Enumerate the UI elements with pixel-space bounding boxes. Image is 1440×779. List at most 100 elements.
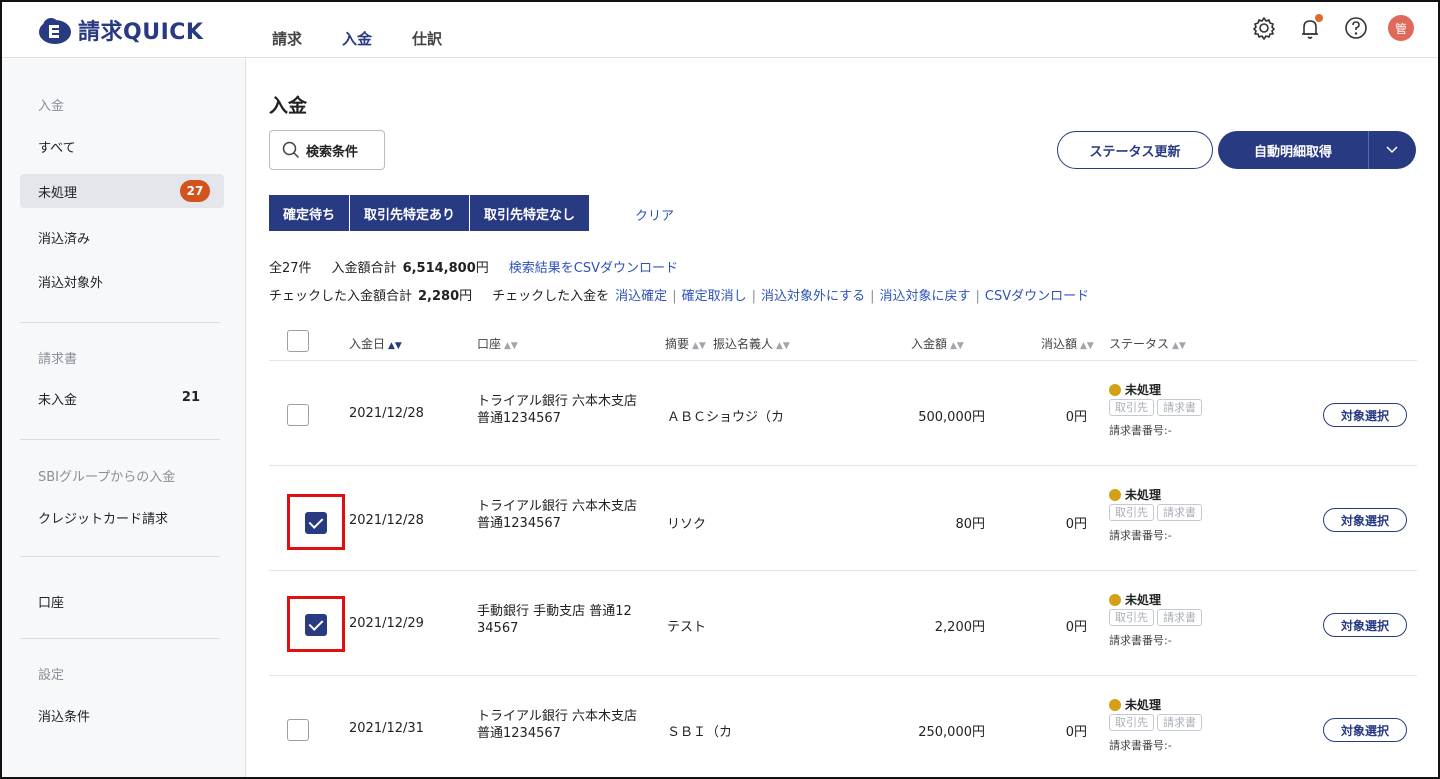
invoice-number: 請求書番号:- [1109, 424, 1172, 437]
main-content: 入金 検索条件 ステータス更新 自動明細取得 確定待ち 取引先特定あり 取引先特… [247, 59, 1438, 777]
row-checkbox[interactable] [287, 719, 309, 741]
row-account: トライアル銀行 六本木支店 普通1234567 [477, 708, 637, 742]
col-amount[interactable]: 入金額 ▲▼ [911, 335, 964, 352]
avatar[interactable]: 管 [1388, 15, 1414, 41]
action-confirm-clear[interactable]: 消込確定 [615, 285, 667, 304]
header-actions: 管 [1232, 14, 1414, 42]
sort-icon: ▲▼ [950, 341, 964, 351]
col-date[interactable]: 入金日 ▲▼ [349, 335, 402, 352]
row-account: トライアル銀行 六本木支店 普通1234567 [477, 498, 637, 532]
sidebar-group-invoice: 請求書 [38, 352, 78, 367]
auto-fetch-button[interactable]: 自動明細取得 [1218, 131, 1416, 169]
separator: | [975, 289, 980, 304]
unprocessed-count-badge: 27 [180, 180, 210, 202]
col-date-label: 入金日 [349, 337, 386, 351]
table-row[interactable]: 2021/12/28 トライアル銀行 六本木支店 普通1234567 ＡＢＣショ… [269, 361, 1417, 466]
action-include[interactable]: 消込対象に戻す [880, 285, 971, 304]
filter-partner-identified[interactable]: 取引先特定あり [350, 195, 471, 231]
row-status: 未処理 取引先 請求書 請求書番号:- [1109, 696, 1202, 753]
row-status: 未処理 取引先 請求書 請求書番号:- [1109, 486, 1202, 543]
row-account-line1: 手動銀行 手動支店 普通12 [477, 604, 632, 619]
sidebar-item-cleared[interactable]: 消込済み [20, 220, 224, 254]
summary-line: 全27件 入金額合計 6,514,800 円 検索結果をCSVダウンロード [269, 257, 678, 276]
table-row[interactable]: 2021/12/29 手動銀行 手動支店 普通12 34567 テスト 2,20… [269, 571, 1417, 676]
help-icon[interactable] [1342, 14, 1370, 42]
select-target-button[interactable]: 対象選択 [1323, 613, 1407, 637]
row-account-line2: 普通1234567 [477, 516, 561, 531]
sidebar-item-label: 未処理 [38, 185, 78, 201]
status-label: 未処理 [1125, 698, 1162, 712]
checked-summary-line: チェックした入金額合計 2,280 円 チェックした入金を 消込確定 | 確定取… [269, 285, 1089, 304]
row-status: 未処理 取引先 請求書 請求書番号:- [1109, 381, 1202, 438]
select-target-button[interactable]: 対象選択 [1323, 718, 1407, 742]
status-dot [1109, 383, 1121, 396]
row-checkbox[interactable] [305, 512, 327, 534]
logo[interactable]: 請求QUICK [38, 14, 203, 46]
invoice-number: 請求書番号:- [1109, 634, 1172, 647]
col-memo[interactable]: 摘要 ▲▼ [665, 335, 706, 352]
csv-result-download-link[interactable]: 検索結果をCSVダウンロード [509, 257, 678, 276]
sidebar-item-clearing-rules[interactable]: 消込条件 [20, 698, 224, 732]
sidebar-item-credit-card[interactable]: クレジットカード請求 [20, 500, 224, 534]
table-header: 入金日 ▲▼ 口座 ▲▼ 摘要 ▲▼ 振込名義人 ▲▼ 入金額 ▲▼ 消込額 ▲▼ ステータ… [269, 327, 1417, 361]
action-cancel-confirm[interactable]: 確定取消し [682, 285, 747, 304]
col-status[interactable]: ステータス ▲▼ [1109, 335, 1186, 352]
row-status: 未処理 取引先 請求書 請求書番号:- [1109, 591, 1202, 648]
sidebar-divider [20, 556, 220, 557]
separator: | [870, 289, 875, 304]
row-checkbox[interactable] [287, 404, 309, 426]
row-checkbox[interactable] [305, 614, 327, 636]
sidebar-item-all[interactable]: すべて [20, 129, 224, 163]
filter-partner-unidentified[interactable]: 取引先特定なし [470, 195, 590, 231]
table-row[interactable]: 2021/12/28 トライアル銀行 六本木支店 普通1234567 リソク 8… [269, 466, 1417, 571]
sidebar-item-account[interactable]: 口座 [20, 584, 224, 618]
nav-payment[interactable]: 入金 [342, 28, 372, 49]
cloud-logo-icon [39, 18, 71, 44]
col-payer[interactable]: 振込名義人 ▲▼ [713, 335, 790, 352]
nav-invoice[interactable]: 請求 [272, 28, 302, 49]
search-conditions-button[interactable]: 検索条件 [269, 130, 385, 170]
sidebar-item-label: 消込条件 [38, 709, 91, 725]
col-account-label: 口座 [477, 337, 502, 351]
nav-journal[interactable]: 仕訳 [412, 28, 442, 49]
row-cleared: 0円 [1065, 620, 1087, 635]
auto-fetch-label: 自動明細取得 [1253, 144, 1332, 160]
select-all-checkbox[interactable] [287, 330, 309, 352]
search-icon [282, 141, 300, 159]
table-row[interactable]: 2021/12/31 トライアル銀行 六本木支店 普通1234567 ＳＢＩ（カ… [269, 676, 1417, 777]
row-date: 2021/12/29 [349, 616, 424, 631]
notification-button[interactable] [1296, 14, 1324, 42]
sidebar-item-excluded[interactable]: 消込対象外 [20, 264, 224, 298]
action-exclude[interactable]: 消込対象外にする [761, 285, 865, 304]
status-label: 未処理 [1125, 488, 1162, 502]
col-account[interactable]: 口座 ▲▼ [477, 335, 518, 352]
sidebar-item-unprocessed[interactable]: 未処理 27 [20, 174, 224, 208]
logo-text: 請求QUICK [78, 20, 204, 45]
col-cleared-label: 消込額 [1041, 337, 1078, 351]
filter-pending-confirm[interactable]: 確定待ち [269, 195, 351, 231]
sidebar-item-label: 未入金 [38, 392, 78, 408]
sidebar-divider [20, 322, 220, 323]
status-update-button[interactable]: ステータス更新 [1057, 131, 1213, 169]
row-account-line2: 普通1234567 [477, 726, 561, 741]
amount-total-value: 6,514,800 [402, 261, 476, 276]
select-target-button[interactable]: 対象選択 [1323, 403, 1407, 427]
sort-icon: ▲▼ [1172, 341, 1186, 351]
sidebar-item-unpaid[interactable]: 未入金 21 [20, 381, 224, 415]
amount-total-label: 入金額合計 [331, 261, 397, 276]
row-cleared: 0円 [1065, 410, 1087, 425]
action-csv-download[interactable]: CSVダウンロード [985, 285, 1089, 304]
clear-filter-link[interactable]: クリア [635, 205, 674, 224]
amount-total-unit: 円 [475, 261, 489, 276]
page-title: 入金 [269, 95, 308, 117]
row-amount: 250,000円 [918, 725, 985, 740]
auto-fetch-dropdown[interactable] [1369, 146, 1415, 154]
status-dot [1109, 593, 1121, 606]
gear-icon[interactable] [1250, 14, 1278, 42]
sort-icon: ▲▼ [776, 341, 790, 351]
select-target-button[interactable]: 対象選択 [1323, 508, 1407, 532]
total-count: 全27件 [269, 261, 312, 276]
col-cleared[interactable]: 消込額 ▲▼ [1041, 335, 1094, 352]
row-payer: ＳＢＩ（カ [667, 725, 733, 740]
row-account-line1: トライアル銀行 六本木支店 [477, 499, 638, 514]
